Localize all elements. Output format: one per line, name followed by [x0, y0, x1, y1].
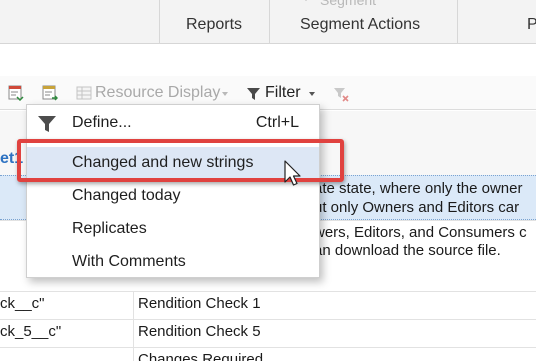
row-text: ut only Owners and Editors car — [314, 199, 520, 216]
menu-item-shortcut: Ctrl+L — [255, 114, 299, 131]
clear-filter-icon — [333, 86, 349, 102]
filter-icon[interactable] — [246, 86, 262, 102]
row-text: wers, Editors, and Consumers c — [314, 224, 527, 241]
menu-item-with-comments[interactable]: With Comments — [27, 246, 319, 279]
chevron-down-icon — [302, 0, 310, 1]
ribbon-separator — [457, 0, 458, 44]
menu-item-label: Changed today — [72, 187, 181, 204]
ribbon: Segment Reports Segment Actions P — [0, 0, 536, 44]
segment-faded-label: Segment — [320, 0, 377, 8]
column-divider — [133, 291, 134, 361]
resource-display-icon — [76, 85, 92, 101]
resource-display-button: Resource Display — [95, 84, 221, 101]
import-icon[interactable] — [8, 85, 24, 102]
menu-item-changed-today[interactable]: Changed today — [27, 180, 319, 213]
menu-item-label: With Comments — [72, 253, 186, 270]
filter-button[interactable]: Filter — [265, 84, 301, 102]
row-text: ate state, where only the owner — [314, 180, 523, 197]
row-text: an download the source file. — [314, 242, 501, 259]
ribbon-group-truncated[interactable]: P — [527, 16, 536, 34]
table-cell-value: Rendition Check 1 — [138, 295, 261, 312]
ribbon-group-segment-actions[interactable]: Segment Actions — [300, 16, 420, 34]
ribbon-separator — [269, 0, 270, 44]
row-divider — [0, 291, 536, 292]
chevron-down-icon — [309, 92, 315, 96]
row-divider — [0, 319, 536, 320]
chevron-down-icon — [222, 92, 228, 96]
ribbon-separator — [159, 0, 160, 44]
menu-item-replicates[interactable]: Replicates — [27, 213, 319, 246]
funnel-icon — [37, 114, 57, 134]
table-cell-key: ck_5__c" — [0, 323, 62, 340]
table-cell-value: Changes Required — [138, 351, 264, 361]
mouse-cursor-icon — [283, 160, 303, 188]
menu-item-define[interactable]: Define... Ctrl+L — [27, 107, 319, 140]
export-icon[interactable] — [42, 85, 59, 101]
table-cell-key: ck__c" — [0, 295, 45, 312]
ribbon-group-reports[interactable]: Reports — [186, 16, 242, 34]
menu-item-label: Replicates — [72, 220, 147, 237]
filter-dropdown-menu: Define... Ctrl+L Changed and new strings… — [26, 104, 320, 278]
menu-item-label: Define... — [72, 114, 132, 131]
row-divider — [0, 347, 536, 348]
table-cell-value: Rendition Check 5 — [138, 323, 261, 340]
